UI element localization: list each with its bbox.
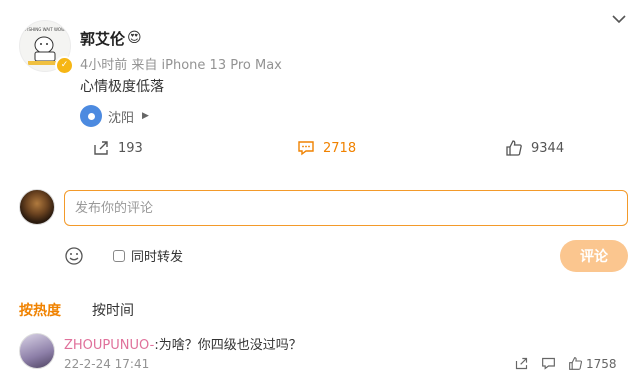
comment-input[interactable]: [75, 191, 615, 225]
commenter-avatar[interactable]: [19, 333, 55, 369]
current-user-avatar: [19, 189, 55, 225]
share-count: 193: [118, 140, 143, 156]
like-button[interactable]: 9344: [505, 138, 564, 158]
thumbs-up-icon: [569, 357, 583, 370]
post-text: 心情极度低落: [80, 79, 164, 95]
comment-username[interactable]: ZHOUPUNUO-: [64, 338, 154, 353]
chevron-down-icon[interactable]: [612, 14, 626, 24]
share-button[interactable]: 193: [92, 138, 143, 158]
share-icon[interactable]: [514, 356, 529, 371]
comment-input-box[interactable]: [64, 190, 628, 226]
comment-count: 2718: [323, 140, 357, 156]
repost-label: 同时转发: [131, 250, 184, 265]
comment-text: :为啥？你四级也没过吗？: [154, 338, 302, 353]
comment-line: ZHOUPUNUO-:为啥？你四级也没过吗？: [64, 334, 302, 353]
thumbs-up-icon: [506, 140, 522, 156]
repost-checkbox[interactable]: 同时转发: [113, 246, 183, 265]
location-chip[interactable]: 沈阳 ▶: [80, 104, 149, 128]
tab-sort-by-hot[interactable]: 按热度: [19, 300, 61, 320]
comment-timestamp: 22-2-24 17:41: [64, 357, 150, 371]
submit-comment-button[interactable]: 评论: [560, 240, 628, 272]
comment-like-button[interactable]: 1758: [568, 356, 617, 371]
comment-like-count: 1758: [586, 356, 617, 371]
location-pin-icon: [80, 105, 102, 127]
avatar-caption: FISHING WAIT WOW: [25, 27, 65, 32]
smiley-icon[interactable]: [64, 246, 84, 266]
user-emoji-icon: 😍: [127, 30, 142, 46]
verified-badge-icon: ✓: [55, 56, 74, 75]
comment-actions: 1758: [514, 356, 617, 371]
location-label: 沈阳: [108, 110, 135, 126]
post-meta: 4小时前 来自 iPhone 13 Pro Max: [80, 58, 282, 73]
like-count: 9344: [531, 140, 565, 156]
comment-icon: [298, 141, 314, 156]
tab-sort-by-time[interactable]: 按时间: [92, 300, 134, 320]
share-icon: [94, 141, 108, 155]
comment-icon[interactable]: [541, 356, 556, 371]
checkbox-box[interactable]: [113, 249, 125, 262]
caret-right-icon: ▶: [142, 111, 149, 121]
comment-button[interactable]: 2718: [297, 138, 356, 158]
post-username[interactable]: 郭艾伦: [80, 28, 125, 49]
